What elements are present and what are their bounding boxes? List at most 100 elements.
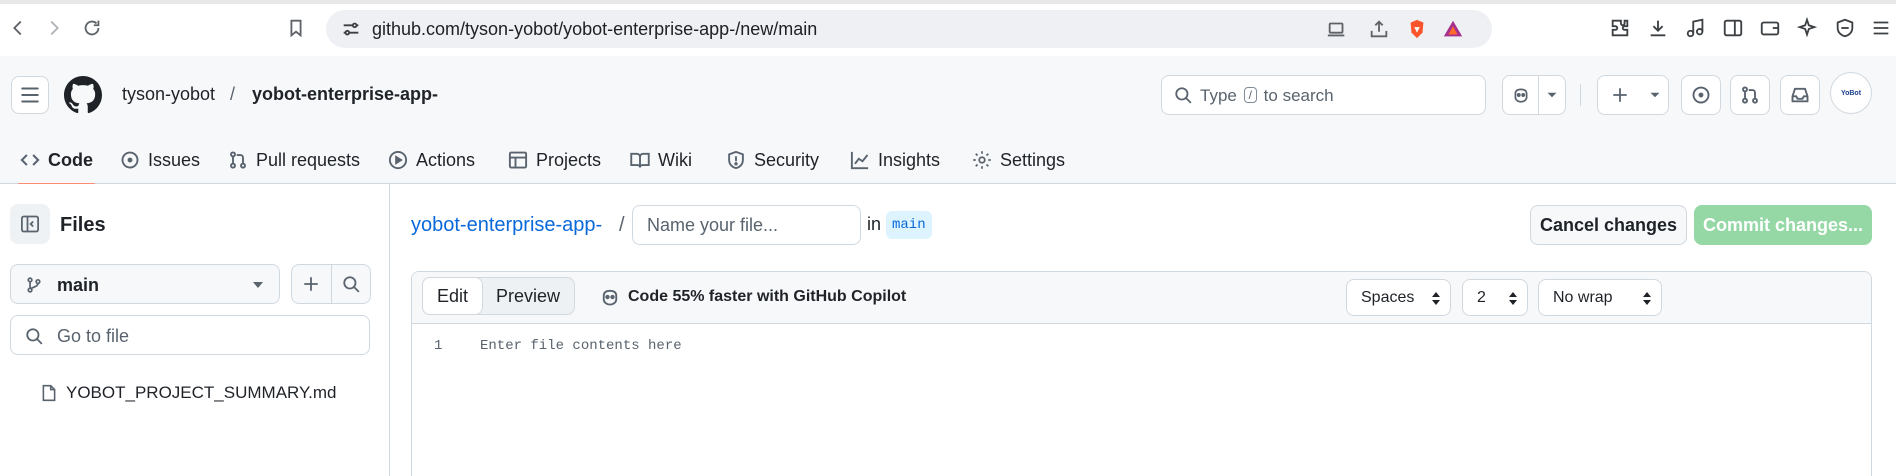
- select-arrows-icon: [1643, 292, 1651, 305]
- tab-projects[interactable]: Projects: [508, 136, 601, 184]
- line-number: 1: [434, 338, 443, 354]
- url-text[interactable]: github.com/tyson-yobot/yobot-enterprise-…: [372, 19, 817, 40]
- breadcrumb-repo[interactable]: yobot-enterprise-app-: [252, 84, 438, 105]
- edit-preview-toggle: Edit Preview: [422, 277, 576, 315]
- go-to-file-placeholder: Go to file: [57, 326, 130, 346]
- create-new-button[interactable]: [1597, 75, 1669, 115]
- avatar[interactable]: YoBot: [1830, 72, 1872, 114]
- search-icon: [26, 328, 43, 345]
- play-icon: [388, 150, 408, 170]
- search-icon: [343, 276, 360, 293]
- extensions-icon[interactable]: [1607, 15, 1633, 41]
- file-editor: Edit Preview Code 55% faster with GitHub…: [411, 271, 1872, 476]
- branch-selector[interactable]: main: [10, 264, 280, 304]
- copilot-icon[interactable]: [1503, 76, 1538, 114]
- breadcrumb-separator: /: [230, 84, 236, 104]
- add-file-button[interactable]: [292, 265, 331, 303]
- address-bar[interactable]: github.com/tyson-yobot/yobot-enterprise-…: [326, 10, 1492, 48]
- hamburger-menu-button[interactable]: [11, 76, 49, 114]
- book-icon: [630, 152, 650, 168]
- branch-icon: [27, 277, 41, 293]
- file-icon: [42, 384, 56, 402]
- sidebar-panel-icon[interactable]: [1720, 15, 1746, 41]
- breadcrumb-owner[interactable]: tyson-yobot: [122, 84, 215, 105]
- filename-input[interactable]: [632, 205, 861, 245]
- table-icon: [508, 151, 528, 169]
- avatar-logo-text: YoBot: [1840, 89, 1862, 97]
- file-name: YOBOT_PROJECT_SUMMARY.md: [66, 383, 337, 402]
- header-divider: [1580, 84, 1581, 106]
- sidebar-collapse-icon: [21, 215, 39, 233]
- code-icon: [20, 154, 40, 166]
- leo-ai-icon[interactable]: [1794, 15, 1820, 41]
- tab-security[interactable]: Security: [726, 136, 819, 184]
- slash-key-hint: /: [1243, 87, 1257, 103]
- pull-request-icon: [230, 151, 246, 169]
- tab-preview[interactable]: Preview: [482, 278, 574, 314]
- path-separator: /: [619, 214, 625, 236]
- tab-pull-requests[interactable]: Pull requests: [228, 136, 360, 184]
- in-label: in: [867, 214, 882, 234]
- file-content-editor[interactable]: Enter file contents here: [480, 338, 682, 354]
- chevron-down-icon: [253, 282, 263, 288]
- indent-mode-select[interactable]: Spaces: [1346, 279, 1451, 316]
- reload-icon[interactable]: [78, 14, 106, 42]
- brave-rewards-icon[interactable]: [1442, 18, 1464, 40]
- browser-tab-strip-edge: [0, 0, 1896, 4]
- chevron-down-icon[interactable]: [1642, 76, 1668, 114]
- go-to-file-input[interactable]: Go to file: [10, 315, 370, 355]
- downloads-icon[interactable]: [1645, 15, 1671, 41]
- shield-icon: [728, 150, 744, 170]
- install-app-icon[interactable]: [1326, 18, 1348, 40]
- files-heading: Files: [60, 214, 106, 236]
- pull-requests-shortcut-button[interactable]: [1730, 75, 1770, 115]
- tab-edit[interactable]: Edit: [422, 277, 484, 315]
- search-files-button[interactable]: [332, 265, 371, 303]
- select-arrows-icon: [1432, 292, 1440, 305]
- site-settings-icon[interactable]: [340, 18, 362, 40]
- media-icon[interactable]: [1683, 15, 1709, 41]
- browser-toolbar: github.com/tyson-yobot/yobot-enterprise-…: [0, 0, 1896, 56]
- brave-shield-icon[interactable]: [1406, 18, 1428, 40]
- tab-actions[interactable]: Actions: [388, 136, 475, 184]
- issues-shortcut-button[interactable]: [1681, 75, 1721, 115]
- tab-settings[interactable]: Settings: [972, 136, 1065, 184]
- share-icon[interactable]: [1368, 18, 1390, 40]
- tab-issues[interactable]: Issues: [120, 136, 200, 184]
- commit-changes-button[interactable]: Commit changes...: [1694, 205, 1872, 245]
- graph-icon: [850, 151, 869, 170]
- plus-icon[interactable]: [1598, 76, 1642, 114]
- tab-insights[interactable]: Insights: [850, 136, 940, 184]
- select-arrows-icon: [1509, 292, 1517, 305]
- search-placeholder: Type / to search: [1200, 86, 1334, 105]
- bookmark-icon[interactable]: [282, 14, 310, 42]
- github-logo-icon[interactable]: [64, 76, 102, 114]
- cancel-changes-button[interactable]: Cancel changes: [1530, 205, 1687, 245]
- branch-name: main: [57, 275, 100, 295]
- copilot-menu-button[interactable]: [1502, 75, 1566, 115]
- path-repo-link[interactable]: yobot-enterprise-app-: [411, 214, 602, 237]
- browser-menu-icon[interactable]: [1868, 15, 1894, 41]
- wallet-icon[interactable]: [1757, 15, 1783, 41]
- pull-request-icon: [1742, 86, 1758, 104]
- vpn-icon[interactable]: [1832, 15, 1858, 41]
- issue-icon: [121, 151, 139, 169]
- gear-icon: [973, 151, 991, 169]
- tab-code[interactable]: Code: [18, 136, 95, 185]
- wrap-mode-select[interactable]: No wrap: [1538, 279, 1662, 316]
- issue-icon: [1692, 86, 1710, 104]
- chevron-down-icon[interactable]: [1539, 76, 1565, 114]
- copilot-promo-text: Code 55% faster with GitHub Copilot: [628, 288, 907, 305]
- inbox-button[interactable]: [1780, 75, 1820, 115]
- back-icon[interactable]: [4, 14, 32, 42]
- forward-icon[interactable]: [40, 14, 68, 42]
- collapse-sidebar-button[interactable]: [10, 204, 50, 244]
- search-icon: [1175, 87, 1192, 104]
- global-search-input[interactable]: Type / to search: [1161, 75, 1486, 115]
- inbox-icon: [1791, 87, 1809, 103]
- sidebar-actions: [291, 264, 371, 304]
- copilot-promo[interactable]: Code 55% faster with GitHub Copilot: [600, 287, 906, 307]
- tab-wiki[interactable]: Wiki: [630, 136, 692, 184]
- indent-size-select[interactable]: 2: [1462, 279, 1528, 316]
- file-tree-item[interactable]: YOBOT_PROJECT_SUMMARY.md: [40, 378, 337, 408]
